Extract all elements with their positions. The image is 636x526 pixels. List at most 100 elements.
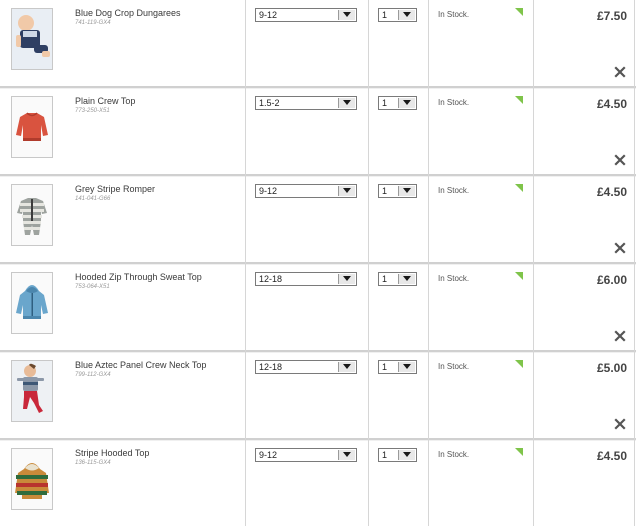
remove-item-button[interactable] [614, 330, 626, 342]
remove-item-button[interactable] [614, 154, 626, 166]
column-divider [634, 350, 635, 438]
column-divider [634, 262, 635, 350]
product-image-baby-in-dungarees[interactable] [11, 8, 53, 70]
dropdown-button[interactable] [398, 10, 415, 20]
product-image-striped-hoodie[interactable] [11, 448, 53, 510]
size-value: 9-12 [259, 10, 278, 20]
column-divider [634, 174, 635, 262]
dropdown-button[interactable] [398, 450, 415, 460]
close-icon [614, 242, 626, 254]
chevron-down-icon [403, 276, 411, 281]
product-image-blue-zip-hoodie[interactable] [11, 272, 53, 334]
product-name[interactable]: Plain Crew Top [75, 96, 135, 106]
chevron-down-icon [343, 452, 351, 457]
product-name[interactable]: Blue Aztec Panel Crew Neck Top [75, 360, 206, 370]
item-price: £5.00 [596, 361, 627, 375]
dropdown-button[interactable] [338, 362, 355, 372]
size-select[interactable]: 9-12 [255, 184, 357, 198]
product-name[interactable]: Blue Dog Crop Dungarees [75, 8, 181, 18]
column-divider [368, 0, 369, 86]
close-icon [614, 330, 626, 342]
quantity-select[interactable]: 1 [378, 8, 417, 22]
chevron-down-icon [403, 188, 411, 193]
size-select[interactable]: 12-18 [255, 360, 357, 374]
item-price: £4.50 [596, 97, 627, 111]
column-divider [428, 0, 429, 86]
quantity-select[interactable]: 1 [378, 360, 417, 374]
size-value: 12-18 [259, 274, 283, 284]
basket-list: Blue Dog Crop Dungarees 741-119-GX4 9-12… [0, 0, 636, 526]
row-divider [0, 352, 636, 353]
item-price: £4.50 [596, 185, 627, 199]
dropdown-button[interactable] [398, 98, 415, 108]
chevron-down-icon [343, 12, 351, 17]
close-icon [614, 66, 626, 78]
dropdown-button[interactable] [338, 98, 355, 108]
size-select[interactable]: 12-18 [255, 272, 357, 286]
corner-flag-icon [515, 8, 523, 16]
quantity-select[interactable]: 1 [378, 96, 417, 110]
column-divider [368, 86, 369, 174]
dropdown-button[interactable] [398, 362, 415, 372]
column-divider [428, 438, 429, 526]
dropdown-button[interactable] [398, 186, 415, 196]
size-select[interactable]: 1.5-2 [255, 96, 357, 110]
chevron-down-icon [343, 188, 351, 193]
dropdown-button[interactable] [338, 450, 355, 460]
basket-row: Stripe Hooded Top 136-115-GX4 9-12 1 In … [0, 438, 636, 526]
product-name[interactable]: Stripe Hooded Top [75, 448, 149, 458]
product-name[interactable]: Grey Stripe Romper [75, 184, 155, 194]
column-divider [428, 350, 429, 438]
corner-flag-icon [515, 360, 523, 368]
basket-row: Plain Crew Top 773-250-X51 1.5-2 1 In St… [0, 86, 636, 174]
chevron-down-icon [403, 452, 411, 457]
quantity-value: 1 [382, 362, 388, 372]
chevron-down-icon [403, 364, 411, 369]
column-divider [245, 0, 246, 86]
column-divider [634, 438, 635, 526]
remove-item-button[interactable] [614, 242, 626, 254]
column-divider [245, 86, 246, 174]
product-code: 136-115-GX4 [75, 460, 111, 466]
column-divider [245, 350, 246, 438]
size-select[interactable]: 9-12 [255, 448, 357, 462]
chevron-down-icon [403, 12, 411, 17]
basket-row: Grey Stripe Romper 141-041-G66 9-12 1 In… [0, 174, 636, 262]
quantity-select[interactable]: 1 [378, 448, 417, 462]
corner-flag-icon [515, 448, 523, 456]
quantity-value: 1 [382, 10, 388, 20]
size-value: 9-12 [259, 450, 278, 460]
column-divider [245, 174, 246, 262]
chevron-down-icon [343, 100, 351, 105]
stock-status: In Stock. [438, 186, 470, 195]
item-price: £6.00 [596, 273, 627, 287]
corner-flag-icon [515, 96, 523, 104]
column-divider [428, 262, 429, 350]
product-image-child-in-crew-top[interactable] [11, 360, 53, 422]
size-select[interactable]: 9-12 [255, 8, 357, 22]
remove-item-button[interactable] [614, 418, 626, 430]
dropdown-button[interactable] [338, 186, 355, 196]
remove-item-button[interactable] [614, 66, 626, 78]
dropdown-button[interactable] [338, 274, 355, 284]
stock-status: In Stock. [438, 10, 470, 19]
quantity-value: 1 [382, 274, 388, 284]
row-divider [0, 176, 636, 177]
product-code: 141-041-G66 [75, 196, 111, 202]
dropdown-button[interactable] [398, 274, 415, 284]
product-image-red-sweatshirt[interactable] [11, 96, 53, 158]
product-image-striped-romper[interactable] [11, 184, 53, 246]
basket-row: Blue Aztec Panel Crew Neck Top 799-112-G… [0, 350, 636, 438]
corner-flag-icon [515, 272, 523, 280]
column-divider [533, 0, 534, 86]
basket-row: Blue Dog Crop Dungarees 741-119-GX4 9-12… [0, 0, 636, 86]
column-divider [533, 438, 534, 526]
close-icon [614, 418, 626, 430]
column-divider [368, 174, 369, 262]
quantity-value: 1 [382, 450, 388, 460]
quantity-select[interactable]: 1 [378, 272, 417, 286]
dropdown-button[interactable] [338, 10, 355, 20]
quantity-select[interactable]: 1 [378, 184, 417, 198]
column-divider [634, 86, 635, 174]
product-name[interactable]: Hooded Zip Through Sweat Top [75, 272, 202, 282]
